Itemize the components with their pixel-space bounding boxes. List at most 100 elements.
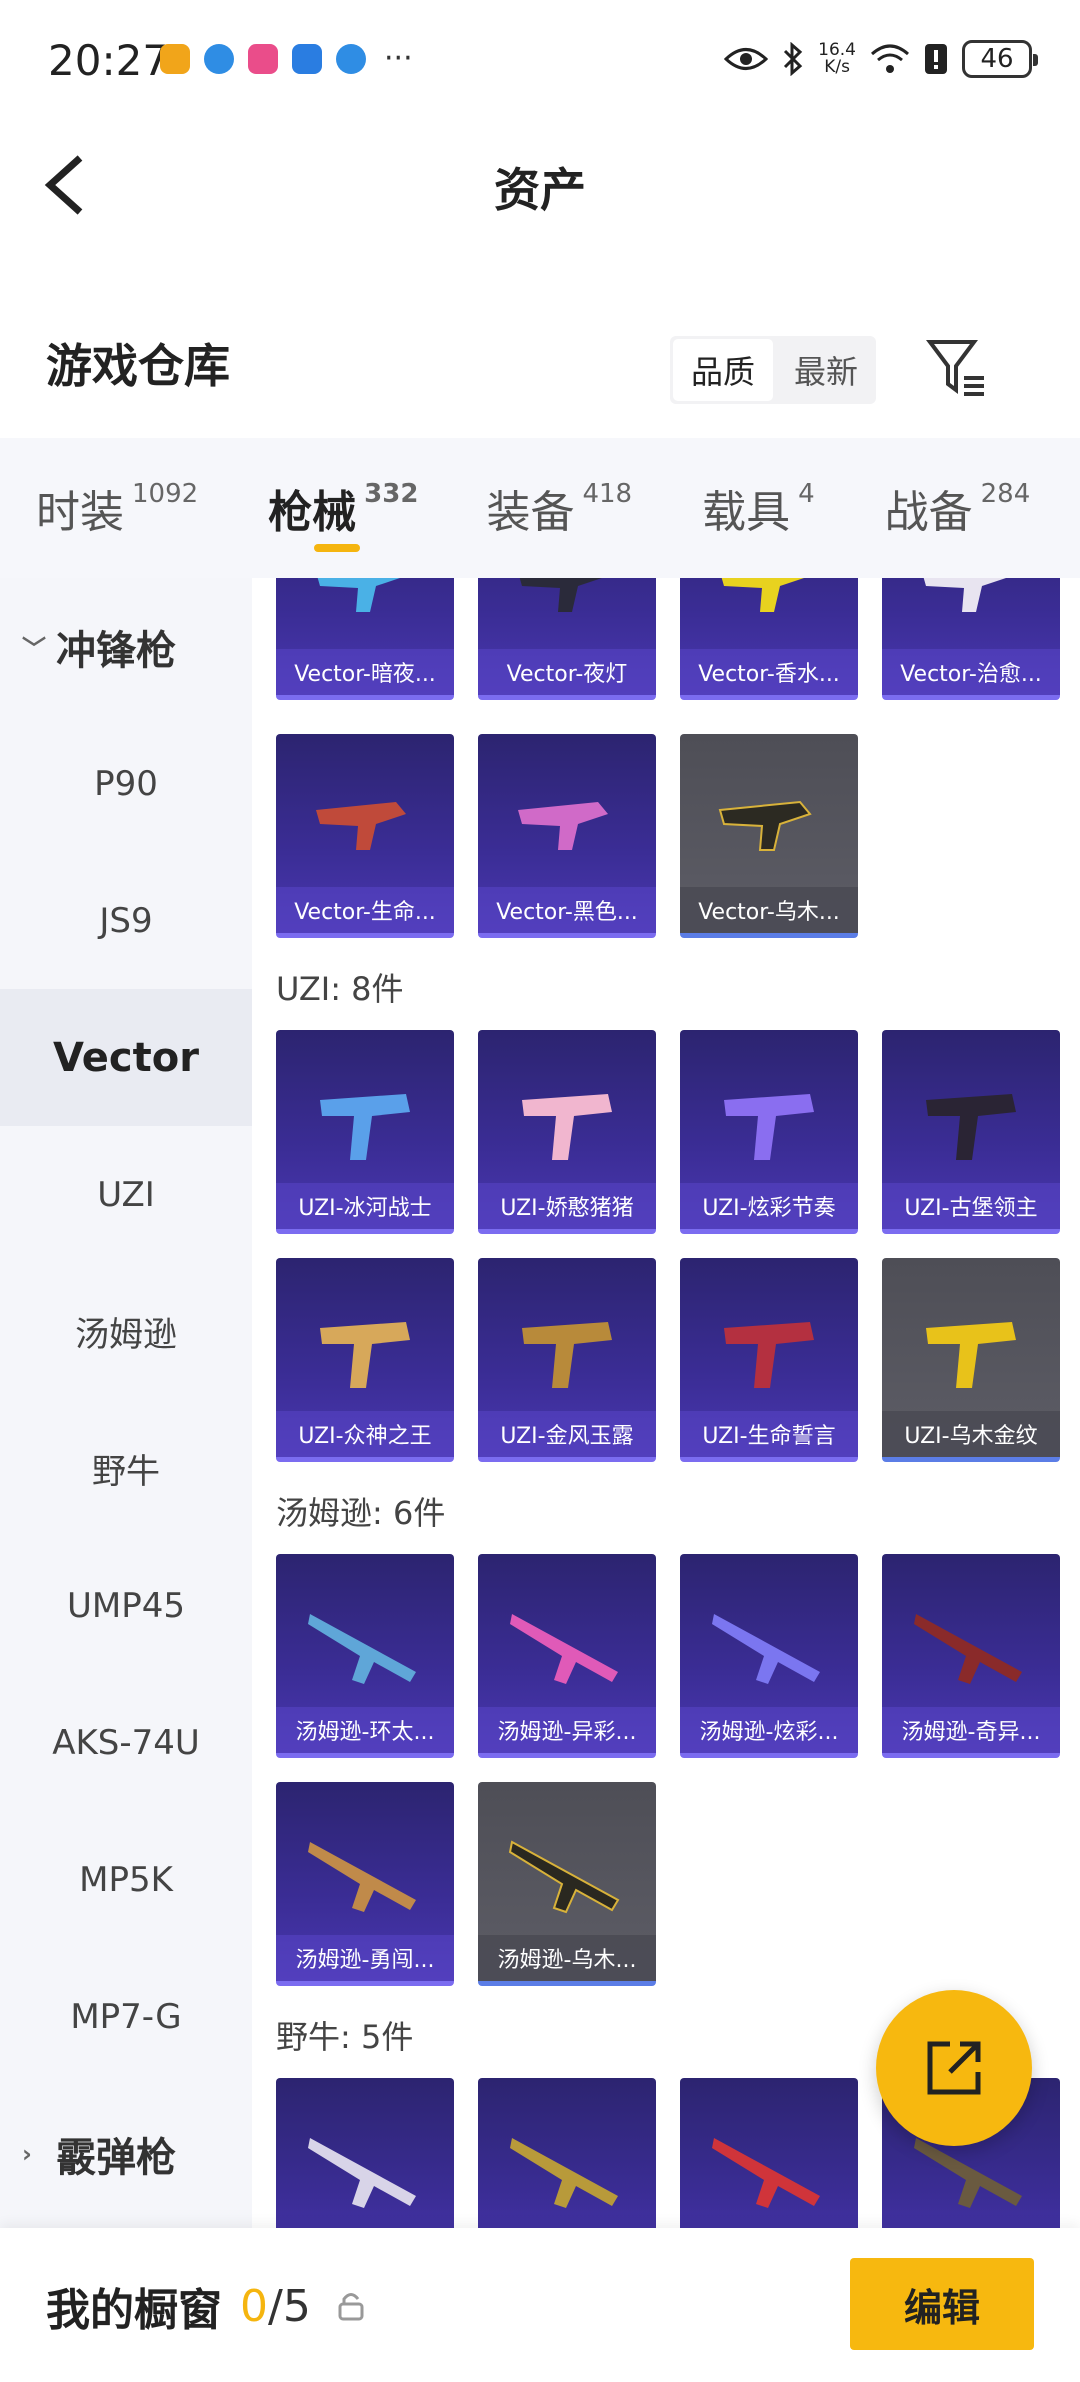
smg-icon	[317, 578, 400, 612]
showcase-total: /5	[268, 2280, 311, 2332]
active-tab-underline	[314, 544, 361, 552]
weapon-card[interactable]: UZI-金风玉露	[478, 1258, 656, 1462]
weapon-card[interactable]: Vector-生命...	[276, 734, 454, 938]
wifi-icon	[871, 44, 909, 73]
rifle-icon	[712, 1614, 820, 1684]
sort-latest-button[interactable]: 最新	[776, 336, 876, 404]
weapon-card[interactable]: Vector-治愈...	[882, 578, 1060, 700]
warehouse-title: 游戏仓库	[46, 339, 230, 393]
sort-quality-button[interactable]: 品质	[673, 339, 773, 401]
rifle-icon	[308, 1842, 416, 1912]
weapon-card[interactable]: UZI-生命誓言	[680, 1258, 858, 1462]
rifle-icon	[308, 1614, 416, 1684]
sidebar-item-bison[interactable]: 野牛	[0, 1400, 252, 1537]
weapon-card[interactable]: UZI-娇憨猪猪	[478, 1030, 656, 1234]
uzi-grid: UZI-冰河战士 UZI-娇憨猪猪 UZI-炫彩节奏 UZI-古堡领主	[276, 1030, 1060, 1234]
uzi-grid-row2: UZI-众神之王 UZI-金风玉露 UZI-生命誓言 UZI-乌木金纹	[276, 1258, 1060, 1462]
edit-button[interactable]: 编辑	[850, 2258, 1034, 2350]
category-tabs: 时装 1092 枪械 332 装备 418 载具 4 战备 284	[0, 438, 1080, 578]
sidebar-item-uzi[interactable]: UZI	[0, 1126, 252, 1263]
weapon-card[interactable]: UZI-乌木金纹	[882, 1258, 1060, 1462]
section-title-uzi: UZI: 8件	[276, 970, 404, 1008]
weapon-card[interactable]: 汤姆逊-环太...	[276, 1554, 454, 1758]
lock-icon	[338, 2293, 364, 2321]
smg-icon	[721, 578, 804, 612]
showcase-count: 0	[240, 2280, 268, 2332]
weapon-card[interactable]: 汤姆逊-炫彩...	[680, 1554, 858, 1758]
sidebar-category-smg[interactable]: ﹀ 冲锋枪	[0, 578, 252, 715]
showcase-label: 我的橱窗 0 /5	[46, 2274, 365, 2338]
smg-icon	[718, 800, 812, 851]
thompson-grid: 汤姆逊-环太... 汤姆逊-异彩... 汤姆逊-炫彩... 汤姆逊-奇异...	[276, 1554, 1060, 1758]
page-title: 资产	[494, 163, 586, 217]
weapon-card[interactable]: 汤姆逊-乌木...	[478, 1782, 656, 1986]
pistol-icon	[522, 1094, 612, 1160]
sort-toggle: 品质 最新	[670, 336, 876, 404]
smg-icon	[518, 802, 608, 850]
battery-indicator: 46	[962, 40, 1038, 78]
share-button[interactable]	[876, 1990, 1032, 2146]
pistol-icon	[522, 1322, 612, 1388]
status-time: 20:27	[48, 36, 170, 85]
app-notification-icon	[204, 44, 234, 74]
bluetooth-icon	[784, 42, 803, 76]
tab-gear[interactable]: 战备 284	[885, 438, 1031, 578]
pistol-icon	[724, 1322, 814, 1388]
sidebar-item-thompson[interactable]: 汤姆逊	[0, 1263, 252, 1400]
showcase-bar: 我的橱窗 0 /5 编辑	[0, 2228, 1080, 2382]
thompson-grid-row2: 汤姆逊-勇闯... 汤姆逊-乌木...	[276, 1782, 1060, 1986]
filter-icon[interactable]	[924, 334, 990, 400]
eye-icon	[724, 48, 769, 70]
weapon-card[interactable]	[478, 2078, 656, 2228]
more-notifications-icon: ···	[384, 41, 413, 76]
weapon-card[interactable]: UZI-冰河战士	[276, 1030, 454, 1234]
tab-equipment[interactable]: 装备 418	[486, 438, 632, 578]
weapon-card[interactable]: UZI-炫彩节奏	[680, 1030, 858, 1234]
sidebar-item-vector[interactable]: Vector	[0, 989, 252, 1126]
sidebar-item-mp5k[interactable]: MP5K	[0, 1811, 252, 1948]
tab-guns[interactable]: 枪械 332	[268, 438, 418, 578]
sidebar-item-js9[interactable]: JS9	[0, 852, 252, 989]
section-title-bison: 野牛: 5件	[276, 2018, 414, 2056]
app-notification-icon	[248, 44, 278, 74]
sidebar-item-mp7g[interactable]: MP7-G	[0, 1948, 252, 2085]
tab-fashion[interactable]: 时装 1092	[36, 438, 198, 578]
weapon-card[interactable]: UZI-古堡领主	[882, 1030, 1060, 1234]
app-notification-icon	[336, 44, 366, 74]
weapon-card[interactable]: Vector-香水...	[680, 578, 858, 700]
tab-vehicles[interactable]: 载具 4	[702, 438, 815, 578]
weapon-card[interactable]: Vector-乌木...	[680, 734, 858, 938]
pistol-icon	[926, 1094, 1016, 1160]
vector-grid: Vector-暗夜... Vector-夜灯 Vector-香水... Vect…	[276, 578, 1060, 700]
chevron-down-icon: ﹀	[22, 635, 46, 663]
weapon-card[interactable]: 汤姆逊-勇闯...	[276, 1782, 454, 1986]
status-bar: 20:27 ··· 16.4 K/s 46	[0, 0, 1080, 120]
weapon-card[interactable]: Vector-暗夜...	[276, 578, 454, 700]
sidebar-item-p90[interactable]: P90	[0, 715, 252, 852]
weapon-card[interactable]: 汤姆逊-异彩...	[478, 1554, 656, 1758]
smg-icon	[316, 802, 406, 850]
sim-alert-icon	[925, 44, 947, 74]
pistol-icon	[926, 1322, 1016, 1388]
share-icon	[927, 2041, 981, 2095]
rifle-icon	[914, 1614, 1022, 1684]
smg-icon	[519, 578, 602, 612]
sidebar-item-ump45[interactable]: UMP45	[0, 1537, 252, 1674]
app-notification-icon	[160, 44, 190, 74]
weapon-card[interactable]	[276, 2078, 454, 2228]
chevron-right-icon: ›	[22, 2139, 32, 2168]
weapon-card[interactable]: UZI-众神之王	[276, 1258, 454, 1462]
weapon-card[interactable]: Vector-夜灯	[478, 578, 656, 700]
bluetooth-app-icon	[292, 44, 322, 74]
notification-icons: ···	[160, 44, 413, 74]
weapon-card[interactable]: Vector-黑色...	[478, 734, 656, 938]
pistol-icon	[320, 1322, 410, 1388]
rifle-icon	[712, 2138, 820, 2208]
weapon-card[interactable]	[680, 2078, 858, 2228]
weapon-grid-area: Vector-暗夜... Vector-夜灯 Vector-香水... Vect…	[252, 578, 1080, 2228]
weapon-card[interactable]: 汤姆逊-奇异...	[882, 1554, 1060, 1758]
sidebar-item-aks74u[interactable]: AKS-74U	[0, 1674, 252, 1811]
system-icons: 16.4 K/s 46	[724, 40, 1038, 78]
rifle-icon	[508, 1840, 620, 1914]
sidebar-category-shotgun[interactable]: › 霰弹枪	[0, 2085, 252, 2222]
